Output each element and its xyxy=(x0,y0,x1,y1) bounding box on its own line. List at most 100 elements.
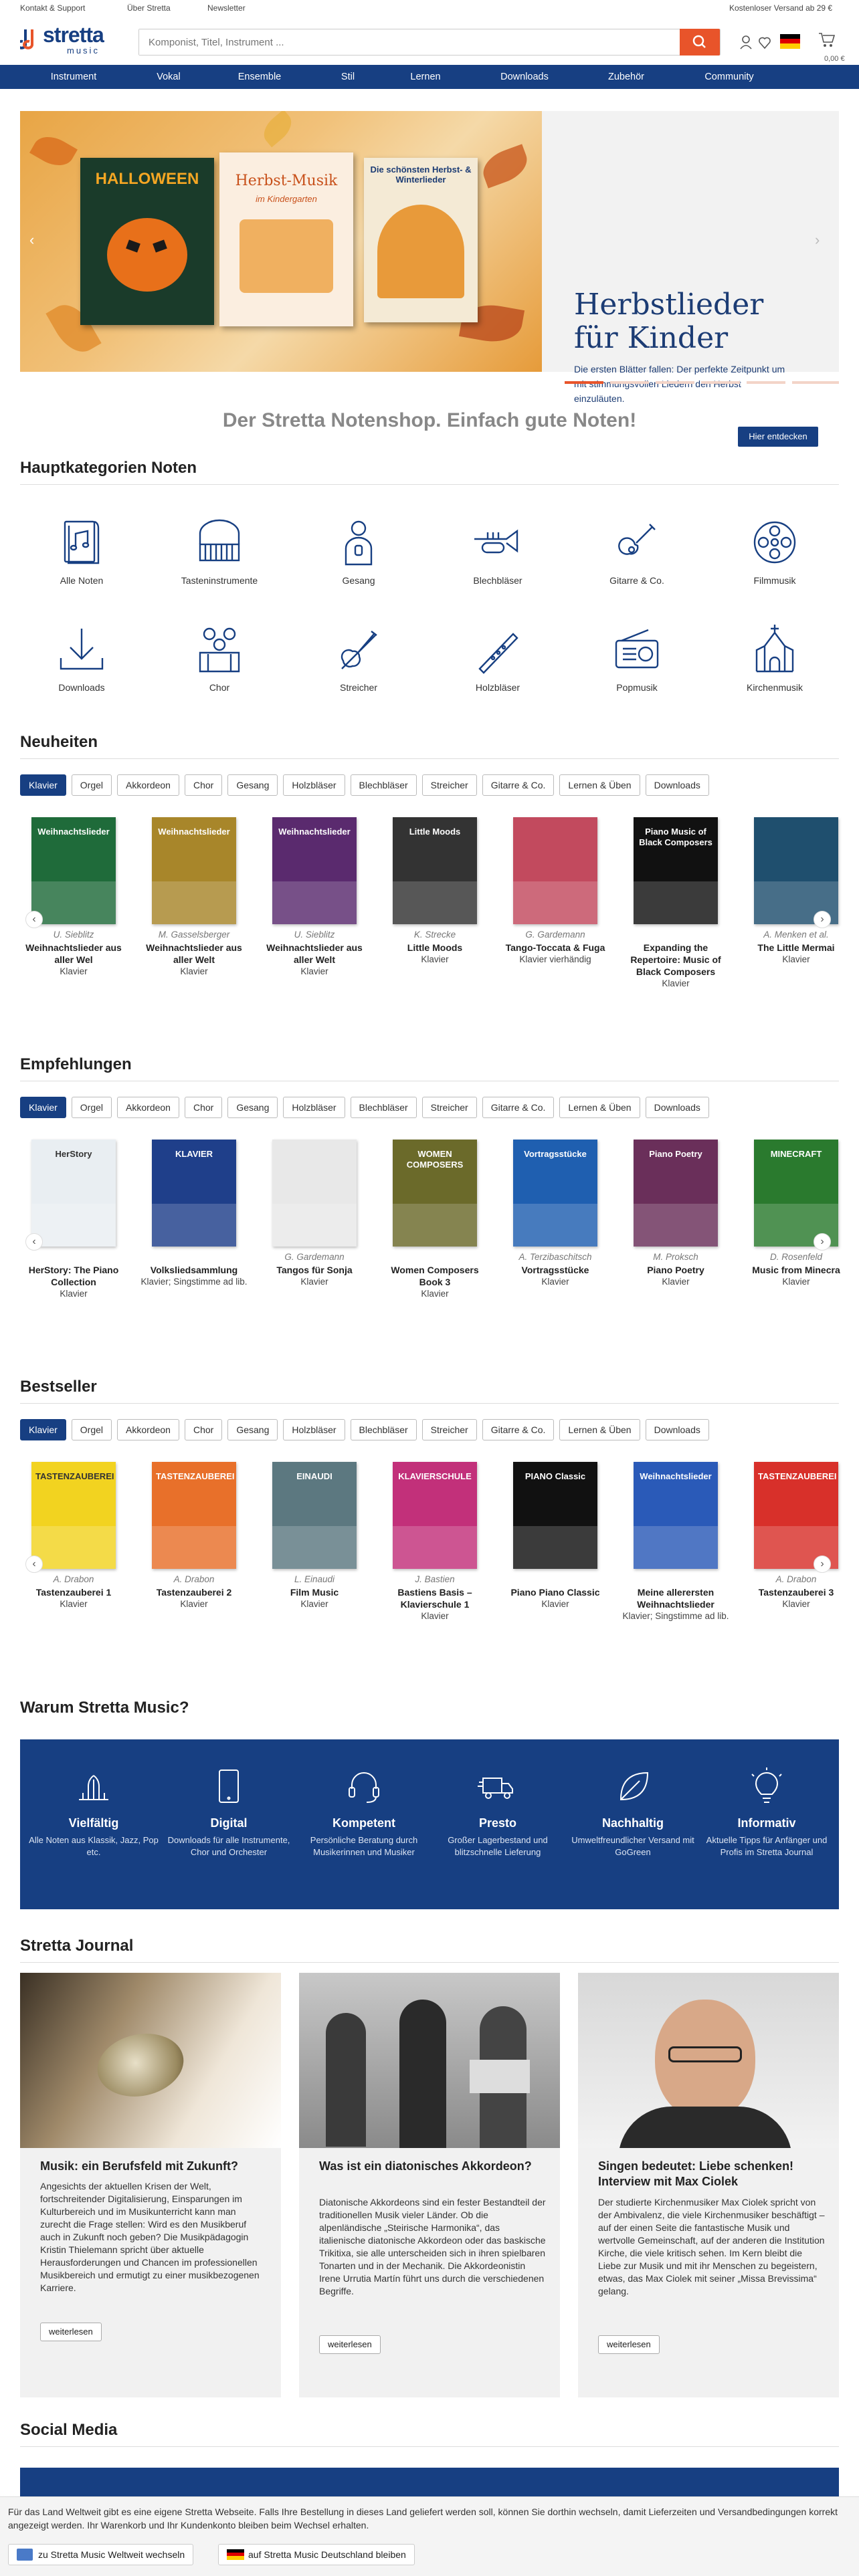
hero-prev-icon[interactable]: ‹ xyxy=(29,231,34,249)
product-card[interactable]: MINECRAFT D. Rosenfeld Music from Minecra K… xyxy=(743,1140,850,1288)
tab-downloads[interactable]: Downloads xyxy=(645,774,709,796)
switch-worldwide-button[interactable]: zu Stretta Music Weltweit wechseln xyxy=(8,2544,194,2565)
user-icon[interactable] xyxy=(740,35,752,51)
product-card[interactable]: TASTENZAUBEREI A. Drabon Tastenzauberei 1K… xyxy=(20,1462,127,1610)
product-card[interactable]: Weihnachtslieder U. Sieblitz Weihnachtslie… xyxy=(261,817,368,978)
carousel-prev-icon[interactable]: ‹ xyxy=(25,1233,43,1251)
product-card[interactable]: G. Gardemann Tangos für Sonja Klavier xyxy=(261,1140,368,1288)
cart-icon[interactable] xyxy=(818,31,836,50)
wishlist-icon[interactable] xyxy=(759,35,771,51)
tab-klavier[interactable]: Klavier xyxy=(20,1097,66,1118)
tab-chor[interactable]: Chor xyxy=(184,1419,223,1440)
category-gesang[interactable]: Gesang xyxy=(292,515,425,586)
nav-instrument[interactable]: Instrument xyxy=(27,72,120,82)
product-card[interactable]: Little Moods K. Strecke Little Moods Klavie… xyxy=(381,817,488,966)
product-card[interactable]: Weihnachtslieder M. Gasselsberger Weihnach… xyxy=(140,817,248,978)
tab-gesang[interactable]: Gesang xyxy=(227,774,278,796)
search-input[interactable] xyxy=(139,29,661,55)
category-kirchenmusik[interactable]: Kirchenmusik xyxy=(708,622,842,693)
tab-gitarre[interactable]: Gitarre & Co. xyxy=(482,1097,555,1118)
nav-downloads[interactable]: Downloads xyxy=(478,72,571,82)
product-card[interactable]: TASTENZAUBEREI A. Drabon Tastenzauberei 2K… xyxy=(140,1462,248,1610)
read-more-button[interactable]: weiterlesen xyxy=(319,2335,381,2354)
tab-downloads[interactable]: Downloads xyxy=(645,1097,709,1118)
journal-card[interactable]: Singen bedeutet: Liebe schenken! Intervi… xyxy=(578,1973,839,2397)
tab-akkordeon[interactable]: Akkordeon xyxy=(117,1419,179,1440)
tab-streicher[interactable]: Streicher xyxy=(421,1419,477,1440)
nav-lernen[interactable]: Lernen xyxy=(379,72,472,82)
tab-akkordeon[interactable]: Akkordeon xyxy=(117,774,179,796)
tab-streicher[interactable]: Streicher xyxy=(421,774,477,796)
hero-dot-4[interactable] xyxy=(701,381,740,384)
carousel-next-icon[interactable]: › xyxy=(814,911,831,928)
tab-orgel[interactable]: Orgel xyxy=(71,1097,112,1118)
carousel-next-icon[interactable]: › xyxy=(814,1555,831,1573)
nav-zubehoer[interactable]: Zubehör xyxy=(579,72,673,82)
product-card[interactable]: Weihnachtslieder U. Sieblitz Weihnachtslie… xyxy=(20,817,127,978)
carousel-prev-icon[interactable]: ‹ xyxy=(25,911,43,928)
journal-card[interactable]: Was ist ein diatonisches Akkordeon? Diat… xyxy=(299,1973,560,2397)
category-chor[interactable]: Chor xyxy=(153,622,286,693)
tab-blechblaeser[interactable]: Blechbläser xyxy=(350,1419,417,1440)
product-card[interactable]: WOMEN COMPOSERS Women Composers Book 3 Klav… xyxy=(381,1140,488,1300)
hero-next-icon[interactable]: › xyxy=(815,231,820,249)
category-alle-noten[interactable]: Alle Noten xyxy=(15,515,149,586)
product-card[interactable]: G. Gardemann Tango-Toccata & Fuga Klavier … xyxy=(502,817,609,966)
product-card[interactable]: Piano Poetry M. Proksch Piano Poetry Klavie… xyxy=(622,1140,729,1288)
tab-klavier[interactable]: Klavier xyxy=(20,1419,66,1440)
product-card[interactable]: Vortragsstücke A. Terzibaschitsch Vortrags… xyxy=(502,1140,609,1288)
hero-dot-3[interactable] xyxy=(656,381,694,384)
nav-ensemble[interactable]: Ensemble xyxy=(213,72,306,82)
nav-community[interactable]: Community xyxy=(682,72,776,82)
newsletter-link[interactable]: Newsletter xyxy=(207,3,246,13)
carousel-prev-icon[interactable]: ‹ xyxy=(25,1555,43,1573)
tab-orgel[interactable]: Orgel xyxy=(71,1419,112,1440)
tab-gitarre[interactable]: Gitarre & Co. xyxy=(482,1419,555,1440)
product-card[interactable]: EINAUDI L. Einaudi Film Music Klavier xyxy=(261,1462,368,1610)
tab-holzblaeser[interactable]: Holzbläser xyxy=(283,1419,345,1440)
about-link[interactable]: Über Stretta xyxy=(127,3,171,13)
tab-streicher[interactable]: Streicher xyxy=(421,1097,477,1118)
product-card[interactable]: PIANO Classic Piano Piano Classic Klavier xyxy=(502,1462,609,1610)
carousel-next-icon[interactable]: › xyxy=(814,1233,831,1251)
support-link[interactable]: Kontakt & Support xyxy=(20,3,85,13)
tab-holzblaeser[interactable]: Holzbläser xyxy=(283,774,345,796)
search-button[interactable] xyxy=(680,29,720,56)
tab-gitarre[interactable]: Gitarre & Co. xyxy=(482,774,555,796)
product-card[interactable]: Weihnachtslieder Meine allerersten Weihnac… xyxy=(622,1462,729,1622)
read-more-button[interactable]: weiterlesen xyxy=(40,2323,102,2341)
tab-blechblaeser[interactable]: Blechbläser xyxy=(350,774,417,796)
tab-gesang[interactable]: Gesang xyxy=(227,1419,278,1440)
tab-akkordeon[interactable]: Akkordeon xyxy=(117,1097,179,1118)
product-card[interactable]: TASTENZAUBEREI A. Drabon Tastenzauberei 3K… xyxy=(743,1462,850,1610)
category-blechblaeser[interactable]: Blechbläser xyxy=(431,515,565,586)
read-more-button[interactable]: weiterlesen xyxy=(598,2335,660,2354)
product-card[interactable]: HerStory HerStory: The Piano Collection Kla… xyxy=(20,1140,127,1300)
stay-germany-button[interactable]: auf Stretta Music Deutschland bleiben xyxy=(218,2544,415,2565)
product-card[interactable]: A. Menken et al. The Little Mermai Klavier xyxy=(743,817,850,966)
tab-lernen[interactable]: Lernen & Üben xyxy=(559,774,640,796)
category-streicher[interactable]: Streicher xyxy=(292,622,425,693)
category-tasteninstrumente[interactable]: Tasteninstrumente xyxy=(153,515,286,586)
country-flag-icon[interactable] xyxy=(780,34,800,49)
tab-blechblaeser[interactable]: Blechbläser xyxy=(350,1097,417,1118)
product-card[interactable]: KLAVIERSCHULE J. Bastien Bastiens Basis – K… xyxy=(381,1462,488,1622)
category-gitarre[interactable]: Gitarre & Co. xyxy=(570,515,704,586)
hero-dot-1[interactable] xyxy=(565,381,603,384)
tab-chor[interactable]: Chor xyxy=(184,1097,223,1118)
product-card[interactable]: KLAVIER Volksliedsammlung Klavier; Singsti… xyxy=(140,1140,248,1288)
nav-vokal[interactable]: Vokal xyxy=(122,72,215,82)
tab-klavier[interactable]: Klavier xyxy=(20,774,66,796)
hero-dot-2[interactable] xyxy=(610,381,649,384)
stretta-logo[interactable]: stretta music xyxy=(20,23,120,58)
category-filmmusik[interactable]: Filmmusik xyxy=(708,515,842,586)
tab-holzblaeser[interactable]: Holzbläser xyxy=(283,1097,345,1118)
tab-gesang[interactable]: Gesang xyxy=(227,1097,278,1118)
hero-dot-5[interactable] xyxy=(747,381,785,384)
tab-chor[interactable]: Chor xyxy=(184,774,223,796)
tab-lernen[interactable]: Lernen & Üben xyxy=(559,1419,640,1440)
journal-card[interactable]: Musik: ein Berufsfeld mit Zukunft? Anges… xyxy=(20,1973,281,2397)
tab-orgel[interactable]: Orgel xyxy=(71,774,112,796)
hero-banner[interactable]: HALLOWEEN Herbst-Musik im Kindergarten D… xyxy=(20,111,839,447)
product-card[interactable]: Piano Music of Black Composers Expanding … xyxy=(622,817,729,990)
